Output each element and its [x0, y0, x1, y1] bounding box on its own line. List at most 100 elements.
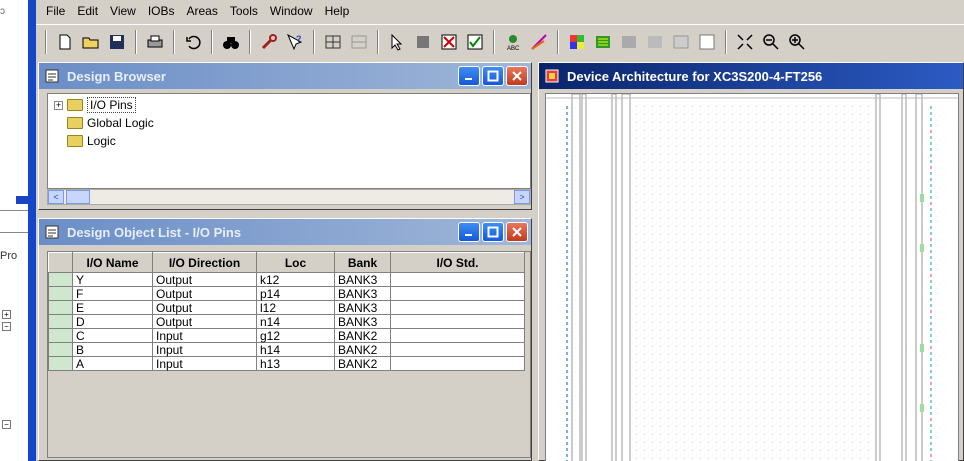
zoom-out-icon[interactable]	[759, 30, 783, 54]
cell-io-std[interactable]	[390, 314, 525, 329]
view-gray-2-icon[interactable]	[643, 30, 667, 54]
menu-window[interactable]: Window	[264, 4, 319, 18]
device-floorplan[interactable]	[546, 94, 959, 461]
view-gray-3-icon[interactable]	[669, 30, 693, 54]
tree-item-io-pins[interactable]: + I/O Pins	[54, 96, 136, 114]
floorplan-disabled-icon[interactable]	[347, 30, 371, 54]
column-header-loc[interactable]: Loc	[256, 252, 335, 273]
save-icon[interactable]	[105, 30, 129, 54]
cell-io-std[interactable]	[390, 356, 525, 371]
expand-icon[interactable]: +	[54, 100, 63, 110]
scroll-right-button[interactable]: >	[514, 190, 530, 204]
row-header[interactable]	[48, 356, 73, 371]
cell-io-name[interactable]: D	[72, 314, 153, 329]
maximize-button[interactable]	[482, 66, 504, 86]
row-header[interactable]	[48, 314, 73, 329]
zoom-fit-icon[interactable]	[733, 30, 757, 54]
delete-area-icon[interactable]	[437, 30, 461, 54]
cell-io-name[interactable]: F	[72, 286, 153, 301]
minimize-button[interactable]	[458, 222, 480, 242]
cell-io-name[interactable]: E	[72, 300, 153, 315]
cell-bank[interactable]: BANK2	[334, 342, 391, 357]
undo-icon[interactable]	[181, 30, 205, 54]
open-folder-icon[interactable]	[79, 30, 103, 54]
collapse-icon[interactable]: −	[2, 322, 11, 331]
column-header-io-name[interactable]: I/O Name	[72, 252, 153, 273]
cell-io-direction[interactable]: Input	[152, 342, 257, 357]
scroll-thumb[interactable]	[66, 190, 90, 204]
design-tree[interactable]: + I/O Pins Global Logic Logic	[47, 93, 531, 189]
column-header-io-std[interactable]: I/O Std.	[390, 252, 525, 273]
cell-io-name[interactable]: Y	[72, 272, 153, 287]
area-block-icon[interactable]	[411, 30, 435, 54]
cell-loc[interactable]: k12	[256, 272, 335, 287]
menu-iobs[interactable]: IOBs	[142, 4, 181, 18]
resources-icon[interactable]	[591, 30, 615, 54]
expand-icon[interactable]: +	[2, 310, 11, 319]
device-architecture-titlebar[interactable]: Device Architecture for XC3S200-4-FT256	[539, 63, 963, 89]
cell-bank[interactable]: BANK3	[334, 300, 391, 315]
find-binoculars-icon[interactable]	[219, 30, 243, 54]
cell-io-std[interactable]	[390, 328, 525, 343]
tools-wrench-icon[interactable]	[257, 30, 281, 54]
zoom-in-icon[interactable]	[785, 30, 809, 54]
menu-file[interactable]: File	[40, 4, 71, 18]
cell-io-name[interactable]: A	[72, 356, 153, 371]
cell-bank[interactable]: BANK3	[334, 286, 391, 301]
floorplan-icon[interactable]	[321, 30, 345, 54]
object-list-titlebar[interactable]: Design Object List - I/O Pins	[39, 219, 531, 245]
view-gray-1-icon[interactable]	[617, 30, 641, 54]
scroll-track[interactable]	[90, 190, 514, 204]
cell-io-std[interactable]	[390, 300, 525, 315]
cell-io-name[interactable]: B	[72, 342, 153, 357]
cell-io-direction[interactable]: Input	[152, 328, 257, 343]
cell-io-std[interactable]	[390, 342, 525, 357]
new-file-icon[interactable]	[53, 30, 77, 54]
menu-areas[interactable]: Areas	[181, 4, 224, 18]
cell-io-direction[interactable]: Output	[152, 286, 257, 301]
context-help-icon[interactable]: ?	[283, 30, 307, 54]
table-row[interactable]: D Output n14 BANK3	[48, 314, 525, 329]
cell-bank[interactable]: BANK2	[334, 328, 391, 343]
color-palette-icon[interactable]	[565, 30, 589, 54]
menu-view[interactable]: View	[104, 4, 142, 18]
row-header[interactable]	[48, 286, 73, 301]
cell-loc[interactable]: n14	[256, 314, 335, 329]
cell-loc[interactable]: g12	[256, 328, 335, 343]
row-header[interactable]	[48, 300, 73, 315]
tree-item-global-logic[interactable]: Global Logic	[67, 114, 154, 132]
draw-line-icon[interactable]	[527, 30, 551, 54]
tab-label-pro[interactable]: Pro	[0, 250, 17, 262]
cell-io-direction[interactable]: Output	[152, 272, 257, 287]
table-row[interactable]: A Input h13 BANK2	[48, 356, 525, 371]
cell-io-std[interactable]	[390, 286, 525, 301]
table-row[interactable]: C Input g12 BANK2	[48, 328, 525, 343]
row-header[interactable]	[48, 342, 73, 357]
cell-io-direction[interactable]: Input	[152, 356, 257, 371]
cell-loc[interactable]: h13	[256, 356, 335, 371]
table-row[interactable]: F Output p14 BANK3	[48, 286, 525, 301]
abc-assign-icon[interactable]: ABC	[501, 30, 525, 54]
tree-item-logic[interactable]: Logic	[67, 132, 116, 150]
device-canvas[interactable]	[545, 93, 959, 461]
cell-bank[interactable]: BANK3	[334, 314, 391, 329]
cell-io-std[interactable]	[390, 272, 525, 287]
scroll-left-button[interactable]: <	[48, 190, 64, 204]
close-button[interactable]	[506, 222, 528, 242]
cell-bank[interactable]: BANK3	[334, 272, 391, 287]
cell-io-direction[interactable]: Output	[152, 300, 257, 315]
table-row[interactable]: E Output l12 BANK3	[48, 300, 525, 315]
check-area-icon[interactable]	[463, 30, 487, 54]
cell-loc[interactable]: p14	[256, 286, 335, 301]
print-icon[interactable]	[143, 30, 167, 54]
column-header-bank[interactable]: Bank	[334, 252, 391, 273]
menu-help[interactable]: Help	[319, 4, 356, 18]
horizontal-scrollbar[interactable]: < >	[47, 189, 531, 205]
close-button[interactable]	[506, 66, 528, 86]
empty-square-icon[interactable]	[695, 30, 719, 54]
cell-loc[interactable]: h14	[256, 342, 335, 357]
cell-io-name[interactable]: C	[72, 328, 153, 343]
menu-edit[interactable]: Edit	[71, 4, 104, 18]
row-header[interactable]	[48, 272, 73, 287]
row-header[interactable]	[48, 328, 73, 343]
